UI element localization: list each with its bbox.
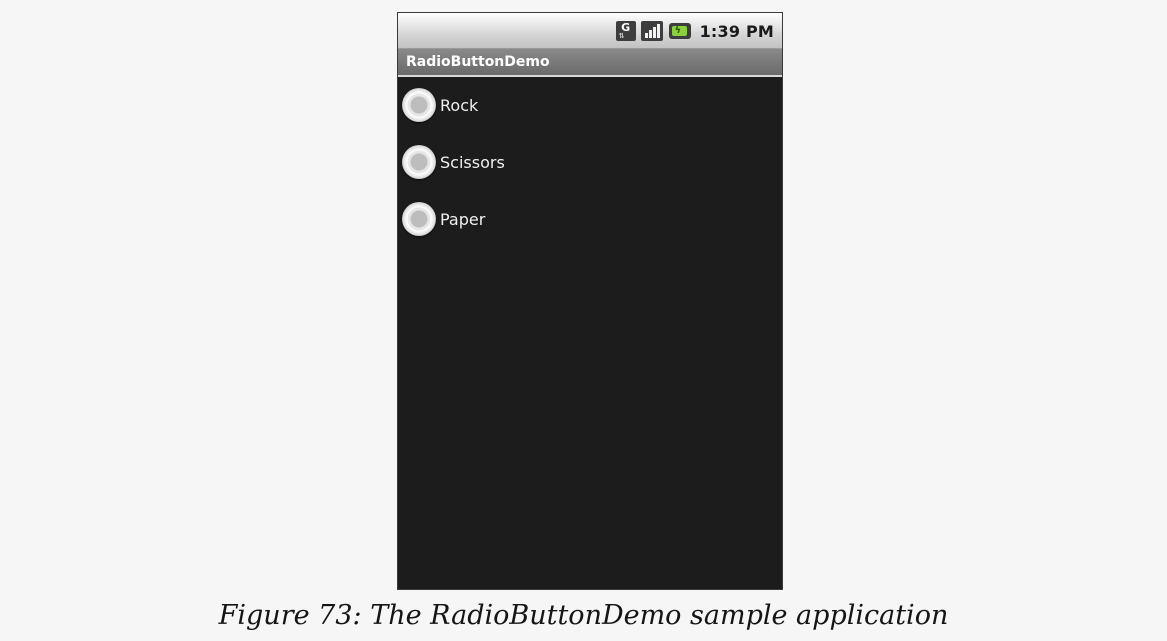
radio-group: Rock Scissors Paper [398, 77, 782, 253]
data-arrows-icon: ⇅ [618, 32, 625, 40]
radio-option-rock[interactable]: Rock [398, 82, 782, 139]
radio-label[interactable]: Scissors [440, 153, 505, 172]
signal-strength-icon [640, 21, 663, 41]
status-clock: 1:39 PM [699, 21, 774, 41]
battery-charging-icon: ϟ [668, 23, 691, 39]
radio-label[interactable]: Rock [440, 96, 478, 115]
radio-button-icon[interactable] [402, 145, 436, 179]
radio-option-scissors[interactable]: Scissors [398, 139, 782, 196]
figure-caption: Figure 73: The RadioButtonDemo sample ap… [218, 600, 949, 631]
radio-button-icon[interactable] [402, 202, 436, 236]
radio-option-paper[interactable]: Paper [398, 196, 782, 253]
status-bar: G ⇅ ϟ 1:39 PM [398, 13, 782, 49]
radio-button-icon[interactable] [402, 88, 436, 122]
android-emulator-screen: G ⇅ ϟ 1:39 PM RadioButtonDemo Rock Sciss… [397, 12, 783, 590]
app-title-bar: RadioButtonDemo [398, 49, 782, 77]
gsm-data-icon: G ⇅ [615, 21, 636, 41]
status-icons: G ⇅ ϟ 1:39 PM [615, 19, 774, 43]
radio-label[interactable]: Paper [440, 210, 485, 229]
app-title: RadioButtonDemo [406, 54, 550, 70]
